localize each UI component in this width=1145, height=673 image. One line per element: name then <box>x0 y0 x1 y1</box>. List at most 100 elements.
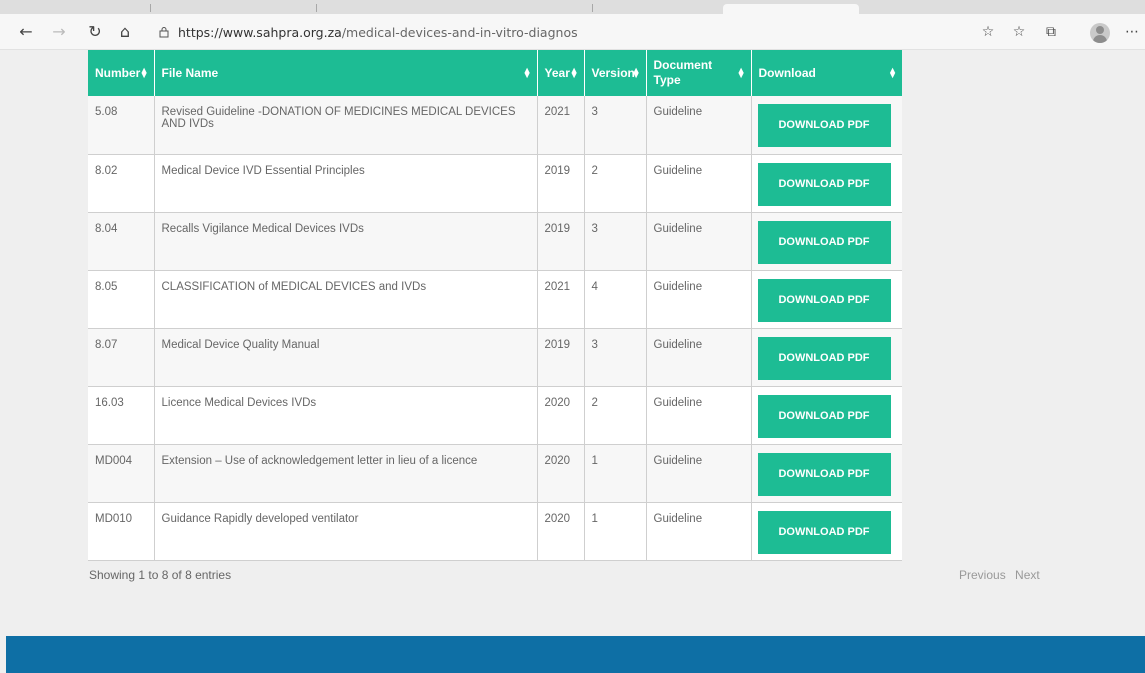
avatar-body <box>1093 35 1107 43</box>
cell-year: 2020 <box>536 502 585 561</box>
cell-version: 2 <box>583 386 647 445</box>
cell-version: 1 <box>583 444 647 503</box>
download-pdf-button[interactable]: DOWNLOAD PDF <box>757 452 891 496</box>
table-row: 8.02 Medical Device IVD Essential Princip… <box>88 154 902 213</box>
cell-download: DOWNLOAD PDF <box>750 154 902 213</box>
table-row: 8.05 CLASSIFICATION of MEDICAL DEVICES an… <box>88 270 902 329</box>
table-row: 8.07 Medical Device Quality Manual 2019 3 Gu… <box>88 328 902 387</box>
table-info: Showing 1 to 8 of 8 entries <box>89 568 232 582</box>
cell-number: 8.07 <box>88 328 155 387</box>
cell-number: 8.04 <box>88 212 155 271</box>
cell-number: 5.08 <box>88 96 155 155</box>
cell-file-name: Medical Device Quality Manual <box>153 328 538 387</box>
cell-number: MD010 <box>88 502 155 561</box>
cell-version: 3 <box>583 96 647 155</box>
table-body: 5.08 Revised Guideline -DONATION OF MEDIC… <box>88 96 902 561</box>
cell-document-type: Guideline <box>645 212 752 271</box>
tab-separator <box>592 4 593 12</box>
cell-download: DOWNLOAD PDF <box>750 96 902 155</box>
cell-version: 3 <box>583 212 647 271</box>
download-pdf-button[interactable]: DOWNLOAD PDF <box>757 220 891 264</box>
cell-year: 2019 <box>536 328 585 387</box>
cell-version: 2 <box>583 154 647 213</box>
guidelines-table: Number ▲ ▼ File Name ▲ ▼ Year ▲ ▼ Version ▲ ▼ Do… <box>88 50 902 561</box>
cell-file-name: Licence Medical Devices IVDs <box>153 386 538 445</box>
sort-icon: ▲ ▼ <box>522 65 532 80</box>
cell-document-type: Guideline <box>645 444 752 503</box>
column-header-year[interactable]: Year ▲ ▼ <box>537 50 585 96</box>
cell-document-type: Guideline <box>645 502 752 561</box>
cell-number: MD004 <box>88 444 155 503</box>
address-bar[interactable]: https://www.sahpra.org.za/medical-device… <box>158 24 578 42</box>
cell-year: 2019 <box>536 212 585 271</box>
cell-download: DOWNLOAD PDF <box>750 502 902 561</box>
cell-version: 3 <box>583 328 647 387</box>
table-row: 8.04 Recalls Vigilance Medical Devices IV… <box>88 212 902 271</box>
back-arrow-icon[interactable]: ← <box>15 21 37 43</box>
cell-file-name: Extension – Use of acknowledgement lette… <box>153 444 538 503</box>
cell-year: 2020 <box>536 444 585 503</box>
url-host: https://www.sahpra.org.za <box>178 25 342 40</box>
table-header-row: Number ▲ ▼ File Name ▲ ▼ Year ▲ ▼ Version ▲ ▼ Do… <box>88 50 902 96</box>
avatar-head <box>1096 26 1104 34</box>
cell-year: 2019 <box>536 154 585 213</box>
cell-year: 2020 <box>536 386 585 445</box>
cell-version: 1 <box>583 502 647 561</box>
forward-arrow-icon[interactable]: → <box>48 21 70 43</box>
column-header-file-name[interactable]: File Name ▲ ▼ <box>154 50 538 96</box>
sort-icon: ▲ ▼ <box>569 65 579 80</box>
column-header-download[interactable]: Download ▲ ▼ <box>751 50 902 96</box>
sort-icon: ▲ ▼ <box>736 65 746 80</box>
tab-separator <box>150 4 151 12</box>
site-footer <box>6 636 1145 673</box>
cell-number: 8.02 <box>88 154 155 213</box>
column-header-number[interactable]: Number ▲ ▼ <box>88 50 155 96</box>
cell-file-name: Medical Device IVD Essential Principles <box>153 154 538 213</box>
cell-document-type: Guideline <box>645 328 752 387</box>
download-pdf-button[interactable]: DOWNLOAD PDF <box>757 104 891 147</box>
browser-toolbar: ← → ↻ ⌂ https://www.sahpra.org.za/medica… <box>0 14 1145 50</box>
cell-number: 16.03 <box>88 386 155 445</box>
download-pdf-button[interactable]: DOWNLOAD PDF <box>757 510 891 554</box>
cell-download: DOWNLOAD PDF <box>750 212 902 271</box>
tab-separator <box>316 4 317 12</box>
previous-button[interactable]: Previous <box>959 568 1006 582</box>
cell-download: DOWNLOAD PDF <box>750 270 902 329</box>
cell-file-name: Revised Guideline -DONATION OF MEDICINES… <box>153 96 538 155</box>
lock-icon[interactable] <box>158 26 170 38</box>
next-button[interactable]: Next <box>1015 568 1040 582</box>
sort-icon: ▲ ▼ <box>888 65 897 80</box>
table-row: 5.08 Revised Guideline -DONATION OF MEDIC… <box>88 96 902 155</box>
collections-icon[interactable]: ⧉ <box>1040 21 1062 43</box>
sort-icon: ▲ ▼ <box>139 65 149 80</box>
home-icon[interactable]: ⌂ <box>114 21 136 43</box>
download-pdf-button[interactable]: DOWNLOAD PDF <box>757 394 891 438</box>
column-header-version[interactable]: Version ▲ ▼ <box>584 50 647 96</box>
download-pdf-button[interactable]: DOWNLOAD PDF <box>757 162 891 206</box>
refresh-icon[interactable]: ↻ <box>84 21 106 43</box>
cell-download: DOWNLOAD PDF <box>750 386 902 445</box>
table-row: MD010 Guidance Rapidly developed ventilat… <box>88 502 902 561</box>
column-header-document-type[interactable]: Document Type ▲ ▼ <box>646 50 752 96</box>
more-icon[interactable]: ⋯ <box>1121 21 1143 43</box>
table-row: MD004 Extension – Use of acknowledgement … <box>88 444 902 503</box>
cell-document-type: Guideline <box>645 96 752 155</box>
favorite-add-icon[interactable]: ☆ <box>977 21 999 43</box>
cell-year: 2021 <box>536 270 585 329</box>
cell-version: 4 <box>583 270 647 329</box>
download-pdf-button[interactable]: DOWNLOAD PDF <box>757 278 891 322</box>
url-path: /medical-devices-and-in-vitro-diagnostic… <box>341 25 578 40</box>
cell-number: 8.05 <box>88 270 155 329</box>
active-tab[interactable] <box>723 4 859 14</box>
cell-file-name: CLASSIFICATION of MEDICAL DEVICES and IV… <box>153 270 538 329</box>
cell-download: DOWNLOAD PDF <box>750 444 902 503</box>
table-row: 16.03 Licence Medical Devices IVDs 2020 2 Gu… <box>88 386 902 445</box>
cell-file-name: Recalls Vigilance Medical Devices IVDs <box>153 212 538 271</box>
download-pdf-button[interactable]: DOWNLOAD PDF <box>757 336 891 380</box>
cell-year: 2021 <box>536 96 585 155</box>
profile-avatar-icon[interactable] <box>1090 23 1110 43</box>
cell-download: DOWNLOAD PDF <box>750 328 902 387</box>
browser-tab-strip <box>0 0 1145 14</box>
pagination: Previous Next <box>959 568 1046 582</box>
favorites-icon[interactable]: ☆ <box>1008 21 1030 43</box>
